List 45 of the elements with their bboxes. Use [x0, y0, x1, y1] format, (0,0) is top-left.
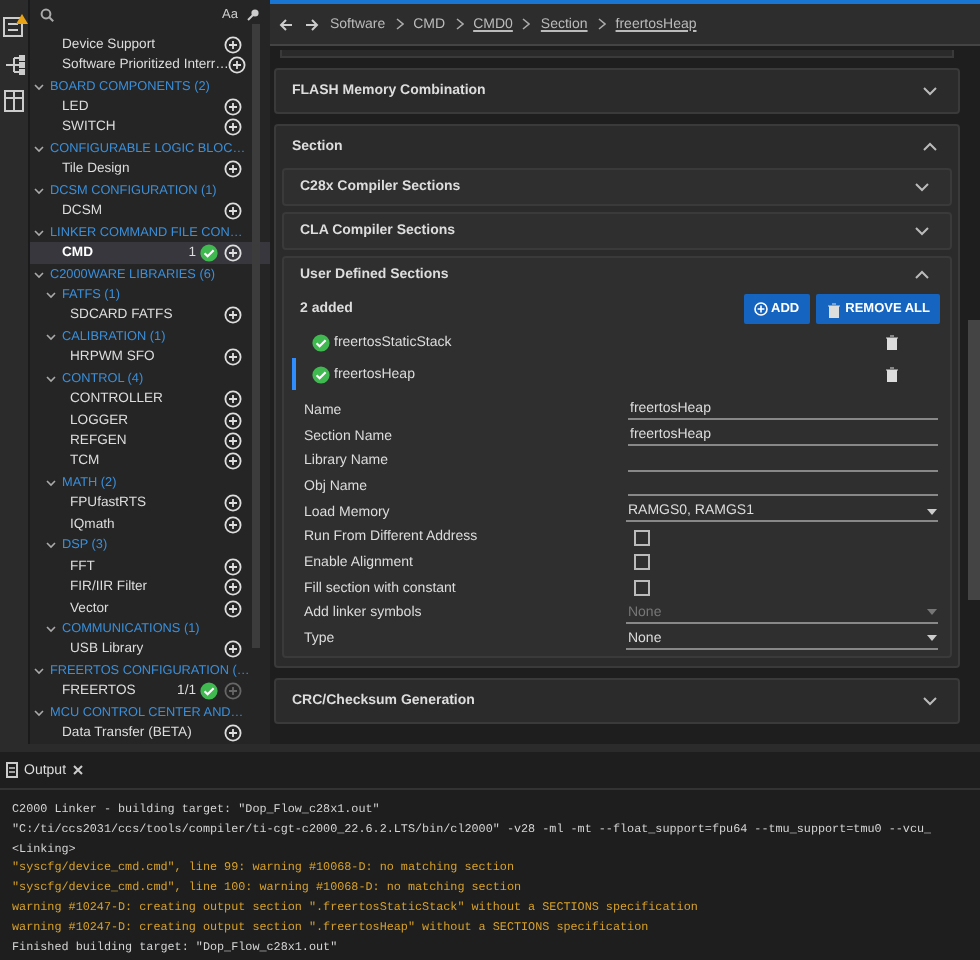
chevron-down-icon[interactable] [34, 143, 44, 154]
chevron-down-icon[interactable] [46, 331, 56, 342]
scrollbar-thumb[interactable] [968, 320, 980, 600]
chevron-down-icon[interactable] [914, 180, 930, 194]
check-circle-icon [312, 333, 330, 351]
chevron-down-icon[interactable] [46, 540, 56, 551]
chevron-down-icon[interactable] [46, 477, 56, 488]
checkbox[interactable] [634, 580, 650, 597]
chevron-down-icon[interactable] [34, 81, 44, 92]
memory-icon [4, 90, 24, 112]
close-icon[interactable] [72, 764, 85, 776]
trash-icon [825, 301, 842, 317]
back-arrow-icon[interactable] [278, 17, 294, 31]
chevron-right-icon [522, 18, 531, 30]
delete-icon[interactable] [884, 366, 900, 382]
plus-circle-icon [753, 302, 768, 316]
search-icon[interactable] [40, 8, 54, 22]
caret-down-icon [926, 608, 938, 617]
chevron-right-icon [597, 18, 606, 30]
caret-down-icon [926, 507, 938, 516]
checkbox[interactable] [634, 529, 650, 546]
chevron-down-icon[interactable] [34, 185, 44, 196]
checkbox[interactable] [634, 554, 650, 571]
chevron-down-icon[interactable] [922, 693, 938, 708]
chevron-down-icon[interactable] [46, 289, 56, 300]
forward-arrow-icon[interactable] [304, 17, 320, 31]
chevron-down-icon[interactable] [34, 227, 44, 238]
caret-down-icon [926, 634, 938, 643]
pin-icon[interactable] [246, 8, 260, 22]
chevron-up-icon[interactable] [914, 268, 930, 282]
delete-icon[interactable] [884, 334, 900, 350]
chevron-right-icon [455, 18, 464, 30]
chevron-down-icon[interactable] [914, 224, 930, 238]
document-icon [6, 762, 18, 778]
chevron-down-icon[interactable] [922, 84, 938, 98]
chevron-down-icon[interactable] [46, 373, 56, 384]
chevron-down-icon[interactable] [34, 269, 44, 280]
chevron-down-icon[interactable] [34, 665, 44, 676]
module-list-icon [1, 14, 27, 40]
chevron-right-icon [395, 18, 404, 30]
chevron-down-icon[interactable] [34, 707, 44, 718]
hierarchy-icon [3, 54, 25, 76]
check-circle-icon [312, 365, 330, 383]
chevron-up-icon[interactable] [922, 140, 938, 154]
chevron-down-icon[interactable] [46, 623, 56, 634]
